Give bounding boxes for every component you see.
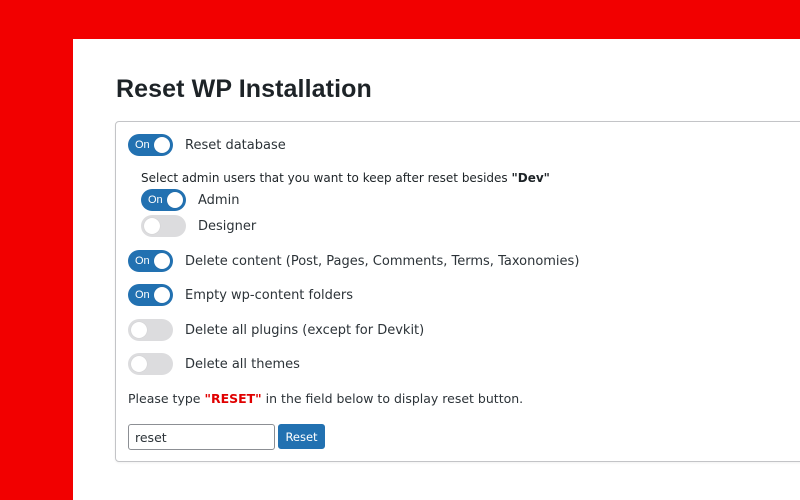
- admin-user-admin-toggle[interactable]: On: [141, 189, 186, 211]
- delete-plugins-label: Delete all plugins (except for Devkit): [185, 322, 425, 338]
- settings-page: Reset WP Installation On Reset database …: [73, 39, 800, 500]
- reset-button[interactable]: Reset: [278, 424, 325, 449]
- delete-content-toggle[interactable]: On: [128, 250, 173, 272]
- toggle-state-label: On: [135, 255, 150, 267]
- option-delete-plugins: Delete all plugins (except for Devkit): [128, 319, 424, 341]
- toggle-state-label: On: [148, 194, 163, 206]
- option-admin-user-designer: Designer: [141, 215, 256, 237]
- toggle-knob: [131, 356, 147, 372]
- toggle-knob: [154, 253, 170, 269]
- toggle-knob: [144, 218, 160, 234]
- admin-user-designer-label: Designer: [198, 218, 257, 234]
- empty-wp-content-label: Empty wp-content folders: [185, 287, 354, 303]
- reset-database-label: Reset database: [185, 137, 286, 153]
- admin-user-designer-toggle[interactable]: [141, 215, 186, 237]
- reset-confirm-input[interactable]: [128, 424, 275, 450]
- option-delete-themes: Delete all themes: [128, 353, 300, 375]
- option-delete-content: On Delete content (Post, Pages, Comments…: [128, 250, 579, 272]
- admin-users-note: Select admin users that you want to keep…: [141, 171, 550, 185]
- reset-options-card: On Reset database Select admin users tha…: [115, 121, 800, 462]
- reset-hint: Please type "RESET" in the field below t…: [128, 391, 523, 406]
- toggle-knob: [167, 192, 183, 208]
- toggle-knob: [154, 287, 170, 303]
- reset-hint-prefix: Please type: [128, 391, 205, 406]
- toggle-state-label: On: [135, 289, 150, 301]
- option-reset-database: On Reset database: [128, 134, 286, 156]
- reset-database-toggle[interactable]: On: [128, 134, 173, 156]
- option-empty-wp-content: On Empty wp-content folders: [128, 284, 353, 306]
- delete-content-label: Delete content (Post, Pages, Comments, T…: [185, 253, 580, 269]
- admin-user-admin-label: Admin: [198, 192, 240, 208]
- delete-themes-toggle[interactable]: [128, 353, 173, 375]
- page-title: Reset WP Installation: [116, 75, 372, 103]
- option-admin-user-admin: On Admin: [141, 189, 239, 211]
- toggle-knob: [154, 137, 170, 153]
- toggle-state-label: On: [135, 139, 150, 151]
- delete-themes-label: Delete all themes: [185, 356, 300, 372]
- empty-wp-content-toggle[interactable]: On: [128, 284, 173, 306]
- admin-users-note-text: Select admin users that you want to keep…: [141, 171, 512, 185]
- toggle-knob: [131, 322, 147, 338]
- reset-keyword: "RESET": [204, 391, 262, 406]
- kept-user-name: "Dev": [511, 171, 550, 185]
- reset-hint-suffix: in the field below to display reset butt…: [261, 391, 524, 406]
- delete-plugins-toggle[interactable]: [128, 319, 173, 341]
